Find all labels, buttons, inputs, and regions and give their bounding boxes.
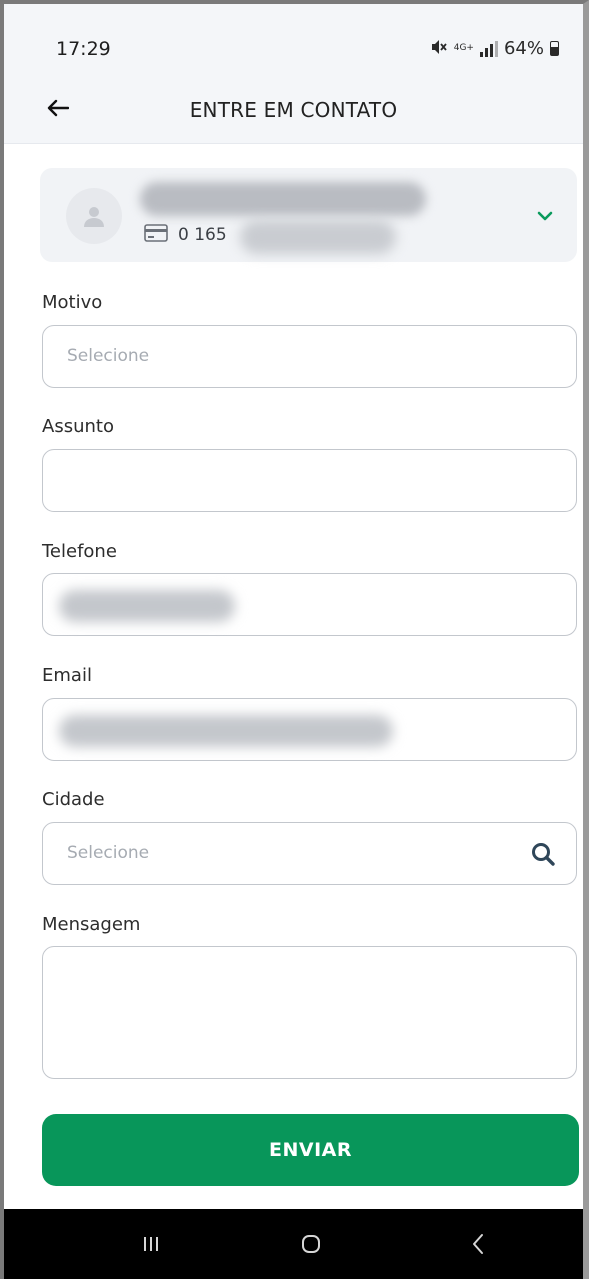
battery-percent: 64% xyxy=(503,38,544,59)
motivo-placeholder: Selecione xyxy=(67,346,150,366)
status-time: 17:29 xyxy=(56,38,111,60)
telefone-label: Telefone xyxy=(42,541,117,562)
account-number: 0 165 xyxy=(178,225,227,245)
page-title: ENTRE EM CONTATO xyxy=(189,98,398,122)
card-icon xyxy=(144,224,168,246)
status-icons: 4G+ 64% xyxy=(430,38,559,59)
home-icon[interactable] xyxy=(271,1209,351,1279)
mute-icon xyxy=(430,39,448,59)
motivo-label: Motivo xyxy=(42,292,103,313)
telefone-input[interactable] xyxy=(42,573,577,636)
email-input[interactable] xyxy=(42,698,577,761)
chevron-down-icon[interactable] xyxy=(533,204,557,228)
account-selector[interactable]: 0 165 xyxy=(40,168,577,262)
assunto-label: Assunto xyxy=(42,416,114,437)
system-navigation-bar xyxy=(4,1209,583,1279)
motivo-select[interactable]: Selecione xyxy=(42,325,577,388)
account-number-row: 0 165 xyxy=(144,224,227,246)
app-screen: 17:29 4G+ 64% ENTRE EM CONTATO 0 165 Mot… xyxy=(0,0,589,1279)
search-icon[interactable] xyxy=(530,841,556,867)
cidade-label: Cidade xyxy=(42,789,105,810)
recents-icon[interactable] xyxy=(111,1209,191,1279)
avatar-icon xyxy=(66,188,122,244)
email-label: Email xyxy=(42,665,92,686)
account-name-redacted xyxy=(140,182,426,216)
network-indicator: 4G+ xyxy=(453,43,474,53)
signal-icon xyxy=(479,40,498,57)
battery-icon xyxy=(550,41,559,56)
back-icon[interactable] xyxy=(438,1209,518,1279)
telefone-value-redacted xyxy=(59,590,235,622)
cidade-placeholder: Selecione xyxy=(67,843,150,863)
app-bar: ENTRE EM CONTATO xyxy=(4,74,583,144)
assunto-input[interactable] xyxy=(42,449,577,512)
send-button[interactable]: ENVIAR xyxy=(42,1114,579,1186)
status-bar: 17:29 4G+ 64% xyxy=(4,4,583,74)
cidade-select[interactable]: Selecione xyxy=(42,822,577,885)
mensagem-label: Mensagem xyxy=(42,914,141,935)
account-number-redacted xyxy=(240,220,396,254)
mensagem-textarea[interactable] xyxy=(42,946,577,1079)
email-value-redacted xyxy=(59,715,393,747)
